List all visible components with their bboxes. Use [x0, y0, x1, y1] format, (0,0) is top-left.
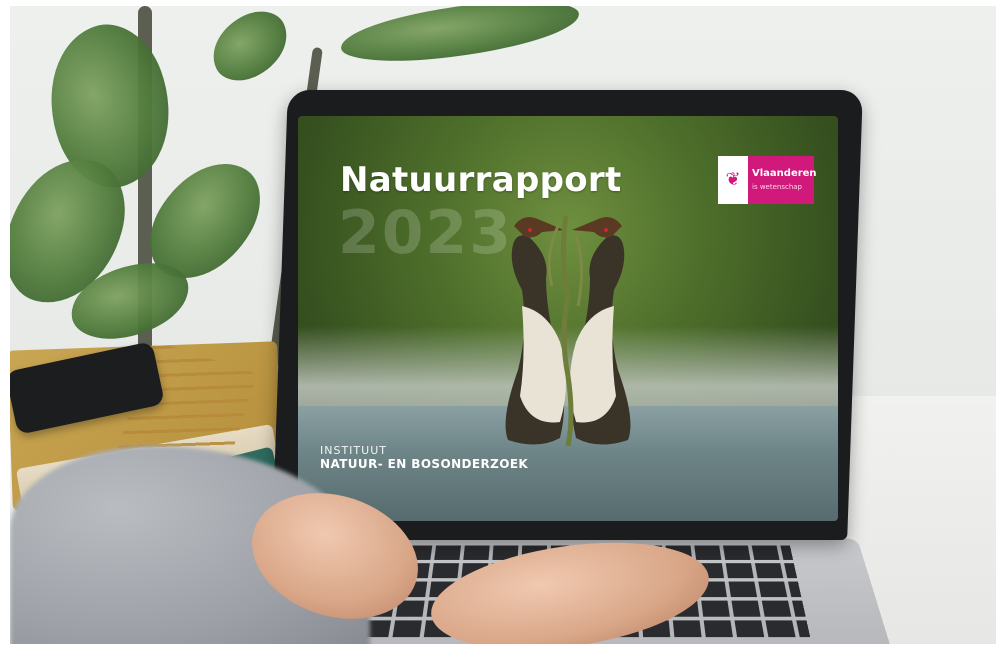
laptop-screen: 2023 Natuurrapport INSTITUUT NATUUR- EN …	[298, 116, 838, 521]
grebes-illustration	[505, 215, 631, 447]
photo-scene: 2023 Natuurrapport INSTITUUT NATUUR- EN …	[10, 6, 996, 644]
plant-leaf	[338, 6, 582, 69]
water-weed	[560, 215, 574, 447]
plant-leaf	[201, 6, 299, 91]
institute-line-1: INSTITUUT	[320, 444, 387, 457]
institute-label: INSTITUUT NATUUR- EN BOSONDERZOEK	[320, 444, 528, 471]
vlaanderen-logo: ❦ Vlaanderen is wetenschap	[718, 156, 817, 204]
institute-line-2: NATUUR- EN BOSONDERZOEK	[320, 457, 529, 471]
flemish-lion-icon: ❦	[725, 169, 741, 190]
logo-subtitle: is wetenschap	[752, 183, 803, 191]
logo-name: Vlaanderen	[752, 168, 817, 179]
logo-mark: ❦	[718, 156, 748, 204]
